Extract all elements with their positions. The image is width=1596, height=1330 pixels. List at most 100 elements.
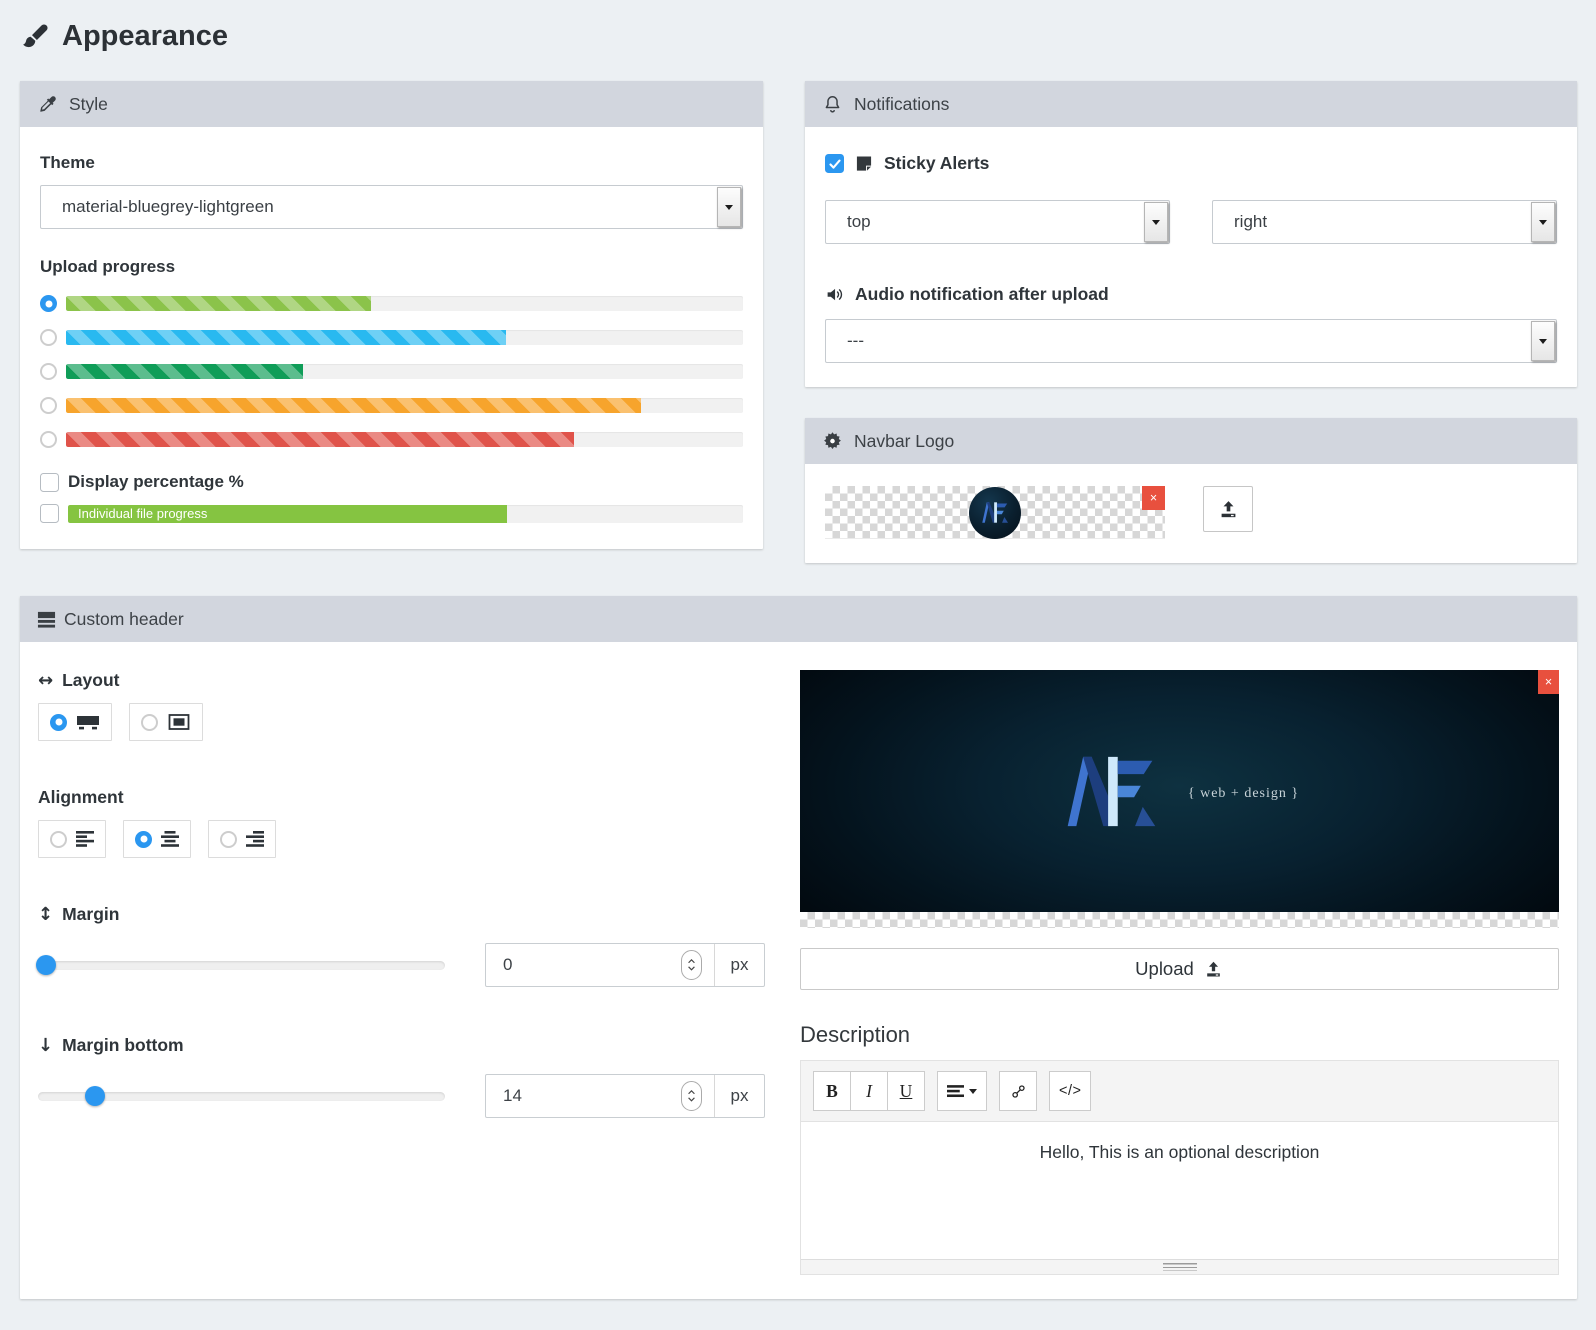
progress-color-radio-green[interactable] bbox=[40, 363, 57, 380]
align-center-icon bbox=[161, 831, 179, 847]
align-left-radio[interactable] bbox=[50, 830, 67, 848]
remove-header-image-button[interactable]: × bbox=[1538, 670, 1559, 694]
alignment-options bbox=[38, 820, 800, 858]
sticky-alerts-label: Sticky Alerts bbox=[884, 153, 990, 173]
margin-number-input[interactable]: 0 bbox=[486, 944, 714, 986]
align-lines-icon bbox=[947, 1084, 964, 1097]
up-down-arrow-icon: ↕ bbox=[38, 903, 54, 925]
code-view-button[interactable]: </> bbox=[1049, 1071, 1092, 1111]
margin-bottom-slider-thumb[interactable] bbox=[84, 1086, 105, 1106]
margin-bottom-slider[interactable] bbox=[38, 1085, 445, 1107]
alignment-option-left[interactable] bbox=[38, 820, 106, 858]
margin-input-group: 0 px bbox=[485, 943, 765, 987]
progress-color-radio-orange[interactable] bbox=[40, 397, 57, 414]
audio-notification-select[interactable]: --- bbox=[825, 319, 1557, 363]
individual-progress-row: Individual file progress bbox=[40, 504, 743, 523]
individual-progress-fill: Individual file progress bbox=[68, 504, 507, 523]
display-percentage-checkbox[interactable] bbox=[40, 472, 59, 492]
layout-fullwidth-radio[interactable] bbox=[50, 713, 67, 731]
margin-slider[interactable] bbox=[36, 954, 445, 976]
display-percentage-row: Display percentage % bbox=[40, 472, 743, 492]
progress-bar-track bbox=[66, 398, 743, 413]
style-panel-header: Style bbox=[20, 81, 763, 127]
alert-vertical-position-select[interactable]: top bbox=[825, 200, 1170, 244]
page-header: Appearance bbox=[20, 20, 1577, 53]
nf-logo-icon bbox=[982, 502, 1009, 523]
paragraph-align-dropdown-button[interactable] bbox=[937, 1071, 987, 1111]
caret-down-icon bbox=[1152, 219, 1160, 225]
remove-navbar-logo-button[interactable]: × bbox=[1142, 486, 1165, 510]
sticky-alerts-checkbox[interactable] bbox=[825, 154, 844, 173]
margin-bottom-unit-addon: px bbox=[714, 1075, 764, 1117]
custom-header-right-column: { web + design } × Upload Description B … bbox=[800, 670, 1559, 1275]
notifications-panel-title: Notifications bbox=[854, 93, 950, 114]
individual-progress-checkbox[interactable] bbox=[40, 504, 59, 523]
style-panel: Style Theme material-bluegrey-lightgreen… bbox=[20, 81, 763, 549]
header-image-transparent-strip bbox=[800, 912, 1559, 928]
underline-button[interactable]: U bbox=[887, 1071, 925, 1111]
down-arrow-icon: ↓ bbox=[38, 1034, 54, 1056]
progress-bar-fill bbox=[66, 432, 574, 447]
upload-header-image-button[interactable]: Upload bbox=[800, 948, 1559, 990]
theme-select-value: material-bluegrey-lightgreen bbox=[62, 197, 274, 216]
upload-navbar-logo-button[interactable] bbox=[1203, 486, 1253, 532]
link-button[interactable] bbox=[999, 1071, 1037, 1111]
alert-vertical-position-value: top bbox=[847, 212, 871, 231]
link-icon bbox=[1011, 1084, 1025, 1098]
alignment-option-center[interactable] bbox=[123, 820, 191, 858]
margin-bottom-input-group: 14 px bbox=[485, 1074, 765, 1118]
audio-notification-row: Audio notification after upload bbox=[825, 284, 1557, 305]
editor-resize-bar[interactable] bbox=[801, 1259, 1558, 1274]
select-arrow-button[interactable] bbox=[1531, 321, 1555, 361]
custom-header-left-column: ↔ Layout Alignment ↕ Margin 0 px ↓ Margi… bbox=[36, 670, 800, 1275]
margin-spinner[interactable] bbox=[681, 950, 702, 980]
alignment-option-right[interactable] bbox=[208, 820, 276, 858]
align-right-radio[interactable] bbox=[220, 830, 237, 848]
theme-select-arrow-button[interactable] bbox=[717, 187, 741, 227]
upload-icon bbox=[1207, 961, 1220, 976]
align-center-radio[interactable] bbox=[135, 830, 152, 848]
description-toolbar: B I U </> bbox=[801, 1061, 1558, 1122]
description-text: Hello, This is an optional description bbox=[1039, 1142, 1320, 1162]
margin-label-row: ↕ Margin bbox=[38, 904, 800, 925]
progress-color-radio-lightblue[interactable] bbox=[40, 329, 57, 346]
theme-select[interactable]: material-bluegrey-lightgreen bbox=[40, 185, 743, 229]
margin-slider-thumb[interactable] bbox=[36, 955, 57, 975]
bold-button[interactable]: B bbox=[813, 1071, 851, 1111]
margin-label: Margin bbox=[62, 904, 120, 924]
navbar-logo-panel-header: Navbar Logo bbox=[805, 418, 1577, 464]
chevron-down-icon bbox=[687, 1097, 696, 1102]
nf-logo-icon bbox=[1067, 756, 1156, 826]
upload-button-label: Upload bbox=[1135, 958, 1194, 979]
italic-button[interactable]: I bbox=[850, 1071, 888, 1111]
progress-color-radio-red[interactable] bbox=[40, 431, 57, 448]
navbar-logo-panel-body: × bbox=[805, 464, 1577, 563]
description-textarea[interactable]: Hello, This is an optional description bbox=[801, 1122, 1558, 1259]
upload-icon bbox=[1221, 500, 1235, 517]
style-panel-title: Style bbox=[69, 93, 108, 114]
select-arrow-button[interactable] bbox=[1144, 202, 1168, 242]
margin-bottom-number-input[interactable]: 14 bbox=[486, 1075, 714, 1117]
alert-horizontal-position-select[interactable]: right bbox=[1212, 200, 1557, 244]
progress-bar-fill bbox=[66, 398, 642, 413]
progress-bar-fill bbox=[66, 296, 371, 311]
layout-label-row: ↔ Layout bbox=[38, 670, 800, 691]
custom-header-panel-title: Custom header bbox=[64, 608, 184, 629]
speaker-icon bbox=[826, 288, 843, 301]
layout-options bbox=[38, 703, 800, 741]
custom-header-panel: Custom header ↔ Layout Alignment ↕ Margi… bbox=[20, 596, 1577, 1299]
individual-progress-label: Individual file progress bbox=[78, 505, 208, 521]
progress-color-radio-lightgreen[interactable] bbox=[40, 295, 57, 312]
style-panel-body: Theme material-bluegrey-lightgreen Uploa… bbox=[20, 127, 763, 549]
notifications-panel-body: Sticky Alerts top right Audio notificati… bbox=[805, 127, 1577, 387]
layout-boxed-radio[interactable] bbox=[141, 713, 158, 731]
margin-unit-addon: px bbox=[714, 944, 764, 986]
margin-bottom-value: 14 bbox=[503, 1086, 522, 1105]
layout-option-fullwidth[interactable] bbox=[38, 703, 112, 741]
select-arrow-button[interactable] bbox=[1531, 202, 1555, 242]
chevron-up-icon bbox=[687, 1090, 696, 1095]
theme-label: Theme bbox=[40, 153, 95, 172]
margin-bottom-spinner[interactable] bbox=[681, 1081, 702, 1111]
layout-option-boxed[interactable] bbox=[129, 703, 203, 741]
audio-notification-label: Audio notification after upload bbox=[855, 284, 1109, 304]
